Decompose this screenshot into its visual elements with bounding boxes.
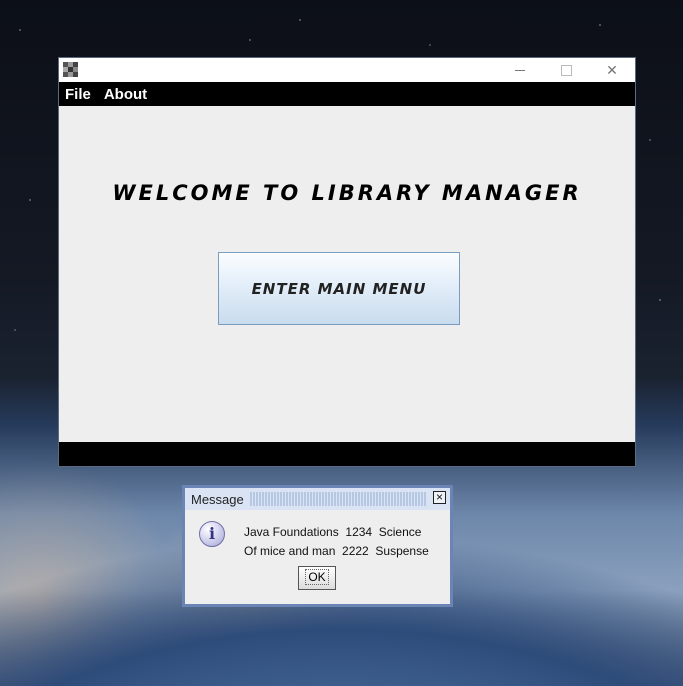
- dialog-close-button[interactable]: ×: [433, 491, 446, 504]
- ok-label: OK: [305, 569, 329, 585]
- close-button[interactable]: ✕: [589, 58, 635, 82]
- minimize-icon: [515, 69, 525, 71]
- app-icon: [63, 62, 78, 77]
- minimize-button[interactable]: [497, 58, 543, 82]
- content-panel: WELCOME TO LIBRARY MANAGER ENTER MAIN ME…: [59, 106, 635, 442]
- close-icon: ×: [435, 490, 443, 504]
- menu-about[interactable]: About: [104, 86, 147, 103]
- title-bar[interactable]: ✕: [59, 58, 635, 82]
- dialog-title: Message: [185, 491, 250, 507]
- ok-button[interactable]: OK: [298, 566, 336, 590]
- welcome-heading: WELCOME TO LIBRARY MANAGER: [112, 181, 582, 205]
- dialog-title-bar[interactable]: Message ×: [185, 488, 450, 510]
- info-icon: i: [199, 521, 225, 547]
- menu-file[interactable]: File: [65, 86, 91, 103]
- main-window: ✕ File About WELCOME TO LIBRARY MANAGER …: [59, 58, 635, 466]
- maximize-button[interactable]: [543, 58, 589, 82]
- message-dialog: Message × i Java Foundations 1234 Scienc…: [182, 485, 453, 607]
- maximize-icon: [560, 64, 572, 76]
- menu-bar: File About: [59, 82, 635, 106]
- footer-bar: [59, 442, 635, 466]
- close-icon: ✕: [606, 61, 618, 78]
- message-line-1: Java Foundations 1234 Science: [244, 525, 422, 539]
- message-line-2: Of mice and man 2222 Suspense: [244, 544, 429, 558]
- dialog-title-stripes: [249, 492, 426, 506]
- enter-main-menu-button[interactable]: ENTER MAIN MENU: [218, 252, 460, 325]
